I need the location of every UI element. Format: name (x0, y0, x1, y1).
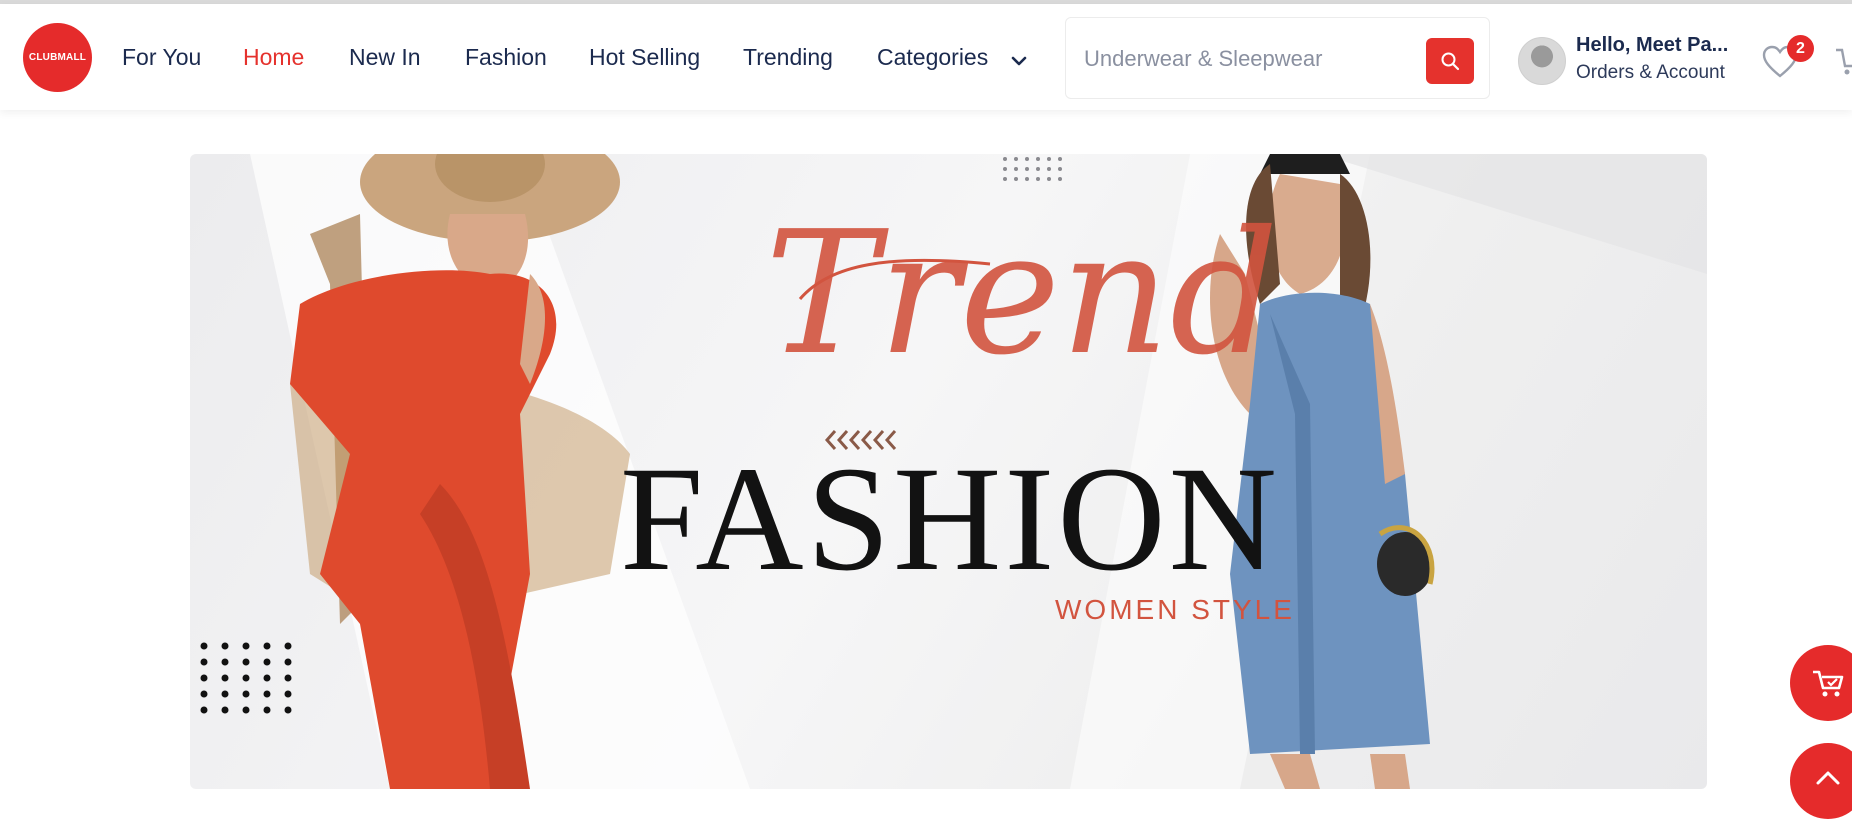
scroll-to-top-button[interactable] (1790, 743, 1852, 819)
cart-icon[interactable] (1834, 44, 1852, 78)
banner-headline: FASHION (620, 436, 1280, 602)
banner-tagline: WOMEN STYLE (1055, 594, 1295, 625)
site-header: CLUBMALL For You Home New In Fashion Hot… (0, 4, 1852, 110)
hero-banner[interactable]: Trend FASHION WOMEN STYLE (190, 154, 1707, 789)
search-button[interactable] (1426, 38, 1474, 84)
search-icon (1441, 52, 1460, 71)
wishlist-count: 2 (1796, 39, 1805, 57)
orders-account-link[interactable]: Orders & Account (1576, 62, 1725, 84)
account-greeting[interactable]: Hello, Meet Pa... (1576, 34, 1728, 57)
nav-categories[interactable]: Categories (877, 44, 988, 71)
floating-cart-button[interactable] (1790, 645, 1852, 721)
nav-home[interactable]: Home (243, 44, 304, 71)
avatar[interactable] (1518, 37, 1566, 85)
logo-text: CLUBMALL (28, 52, 87, 63)
nav-hot-selling[interactable]: Hot Selling (589, 44, 700, 71)
search-box (1065, 17, 1490, 99)
chevron-down-icon[interactable] (1008, 50, 1030, 72)
wishlist-count-badge: 2 (1787, 35, 1814, 62)
search-input[interactable] (1082, 42, 1416, 76)
banner-script-text: Trend (765, 195, 1279, 393)
cart-icon (1813, 670, 1844, 697)
brand-logo[interactable]: CLUBMALL (23, 23, 92, 92)
nav-for-you[interactable]: For You (122, 44, 201, 71)
nav-new-in[interactable]: New In (349, 44, 421, 71)
nav-fashion[interactable]: Fashion (465, 44, 547, 71)
chevron-up-icon (1816, 771, 1840, 785)
nav-trending[interactable]: Trending (743, 44, 833, 71)
